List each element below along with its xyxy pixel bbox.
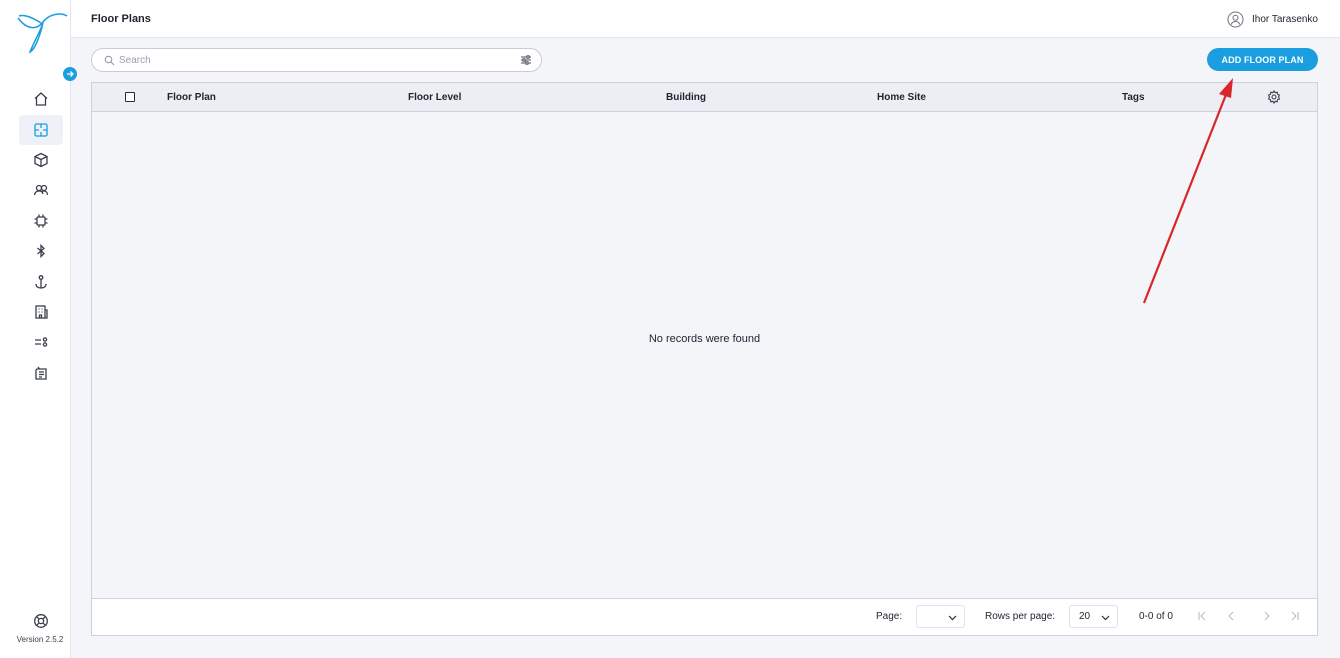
user-name: Ihor Tarasenko — [1252, 14, 1318, 25]
sidebar-item-anchors[interactable] — [19, 267, 63, 297]
page-title: Floor Plans — [91, 13, 151, 25]
pagination-bar: Page: Rows per page: 20 0-0 of 0 — [92, 598, 1317, 635]
rules-icon — [35, 337, 48, 347]
add-floor-plan-button[interactable]: ADD FLOOR PLAN — [1207, 48, 1318, 71]
help-lifebuoy-icon[interactable] — [33, 613, 49, 629]
page-label: Page: — [876, 611, 903, 622]
table-header: Floor Plan Floor Level Building Home Sit… — [92, 83, 1317, 112]
arrow-right-icon — [67, 71, 74, 77]
anchor-icon — [35, 275, 47, 289]
pagination-range: 0-0 of 0 — [1139, 611, 1173, 622]
column-header-floor-level[interactable]: Floor Level — [408, 92, 461, 103]
cube-icon — [34, 152, 48, 168]
app-version: Version 2.5.2 — [16, 635, 64, 644]
search-icon — [104, 55, 115, 66]
sidebar-item-assets[interactable] — [19, 145, 63, 175]
sidebar-item-users[interactable] — [19, 175, 63, 205]
rows-per-page-select[interactable]: 20 — [1069, 605, 1118, 628]
building-icon — [35, 305, 48, 319]
select-all-checkbox[interactable] — [125, 92, 135, 102]
first-page-icon[interactable] — [1195, 609, 1209, 623]
sidebar-item-buildings[interactable] — [19, 297, 63, 327]
chevron-down-icon — [1101, 615, 1110, 621]
search-input[interactable] — [119, 52, 499, 69]
rows-per-page-value: 20 — [1079, 611, 1091, 622]
user-avatar-icon — [1227, 11, 1244, 28]
last-page-icon[interactable] — [1288, 609, 1302, 623]
top-bar: Floor Plans Ihor Tarasenko — [71, 0, 1340, 38]
bluetooth-icon — [37, 243, 45, 259]
chevron-down-icon — [948, 615, 957, 621]
column-header-tags[interactable]: Tags — [1122, 92, 1145, 103]
sidebar-item-bluetooth[interactable] — [19, 236, 63, 266]
filter-sliders-icon[interactable] — [520, 54, 532, 66]
sidebar-item-floor-plans[interactable] — [19, 115, 63, 145]
floor-plan-icon — [34, 123, 48, 137]
column-header-building[interactable]: Building — [666, 92, 706, 103]
column-header-home-site[interactable]: Home Site — [877, 92, 926, 103]
chip-icon — [34, 214, 48, 228]
reports-icon — [35, 366, 47, 380]
floor-plans-table: Floor Plan Floor Level Building Home Sit… — [91, 82, 1318, 636]
users-icon — [33, 184, 49, 196]
rows-per-page-label: Rows per page: — [985, 611, 1056, 622]
gear-icon[interactable] — [1267, 90, 1281, 104]
user-menu[interactable]: Ihor Tarasenko — [1227, 11, 1318, 28]
sidebar-item-rules[interactable] — [19, 327, 63, 357]
previous-page-icon[interactable] — [1224, 609, 1238, 623]
column-header-floor-plan[interactable]: Floor Plan — [167, 92, 216, 103]
sidebar-expand-button[interactable] — [63, 67, 77, 81]
home-icon — [34, 92, 48, 106]
page-select[interactable] — [916, 605, 965, 628]
sidebar: Version 2.5.2 — [0, 0, 77, 658]
empty-state-message: No records were found — [648, 333, 761, 345]
sidebar-item-home[interactable] — [19, 84, 63, 114]
search-box — [91, 48, 542, 72]
sidebar-item-reports[interactable] — [19, 358, 63, 388]
brand-logo — [17, 13, 68, 54]
next-page-icon[interactable] — [1260, 609, 1274, 623]
sidebar-item-devices[interactable] — [19, 206, 63, 236]
